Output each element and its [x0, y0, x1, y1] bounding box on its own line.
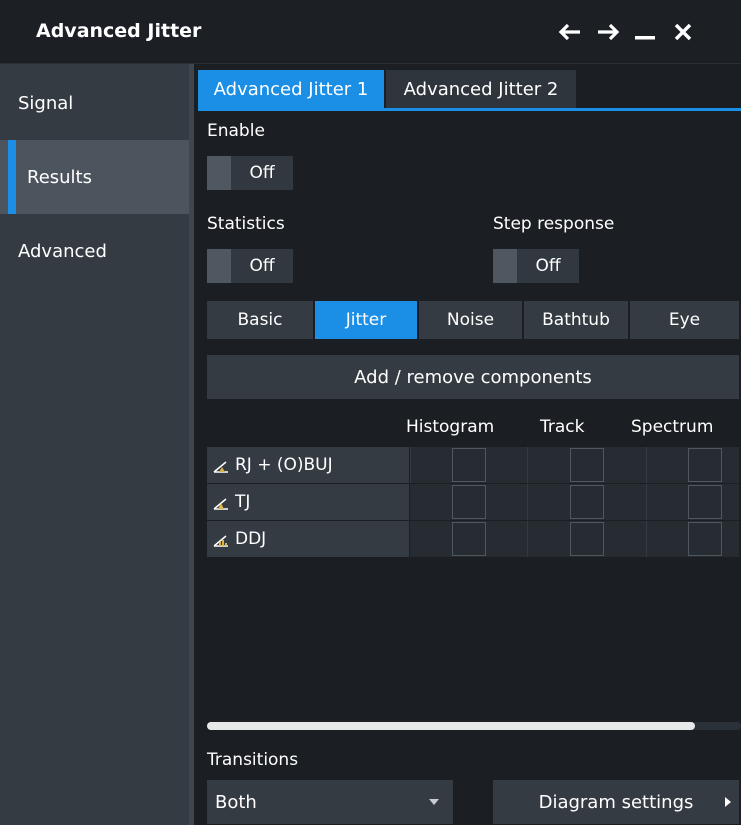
sidebar-item-label: Advanced: [18, 240, 107, 262]
table-row: TJ: [207, 484, 739, 521]
subtab-jitter[interactable]: Jitter: [315, 301, 419, 339]
column-header-spectrum: Spectrum: [631, 417, 714, 437]
column-header-histogram: Histogram: [406, 417, 495, 437]
horizontal-scrollbar[interactable]: [207, 722, 695, 730]
cell-divider: [646, 447, 647, 483]
cell-divider: [646, 484, 647, 520]
sidebar-item-label: Results: [27, 166, 92, 188]
toggle-knob: [207, 249, 231, 283]
cell-divider: [646, 521, 647, 557]
sidebar-item-label: Signal: [18, 92, 74, 114]
track-checkbox[interactable]: [570, 448, 604, 482]
transitions-label: Transitions: [207, 750, 299, 770]
chevron-down-icon: [429, 799, 439, 805]
step-response-toggle[interactable]: Off: [493, 249, 579, 283]
add-remove-components-button[interactable]: Add / remove components: [207, 355, 739, 399]
enable-label: Enable: [207, 121, 265, 141]
cell-divider: [410, 447, 411, 483]
enable-toggle[interactable]: Off: [207, 156, 293, 190]
subtab-bathtub[interactable]: Bathtub: [524, 301, 630, 339]
dialog-title: Advanced Jitter: [36, 20, 202, 42]
track-checkbox[interactable]: [570, 485, 604, 519]
subtab-basic[interactable]: Basic: [207, 301, 315, 339]
ddj-jitter-icon: [213, 532, 229, 547]
toggle-value: Off: [517, 249, 579, 283]
toggle-value: Off: [231, 249, 293, 283]
table-row: RJ + (O)BUJ: [207, 447, 739, 484]
spectrum-checkbox[interactable]: [688, 485, 722, 519]
sidebar-item-advanced[interactable]: Advanced: [0, 214, 189, 288]
column-header-track: Track: [540, 417, 585, 437]
toggle-value: Off: [231, 156, 293, 190]
diagram-settings-button[interactable]: Diagram settings: [493, 780, 739, 824]
transitions-select[interactable]: Both: [207, 780, 453, 824]
cell-divider: [527, 447, 528, 483]
toggle-knob: [493, 249, 517, 283]
sidebar-item-results[interactable]: Results: [0, 140, 189, 214]
step-response-label: Step response: [493, 214, 615, 234]
diagram-settings-label: Diagram settings: [538, 791, 694, 813]
subtab-noise[interactable]: Noise: [419, 301, 524, 339]
tab-bar: Advanced Jitter 1 Advanced Jitter 2: [198, 70, 741, 108]
row-cells: [410, 484, 739, 520]
back-arrow-icon[interactable]: [552, 14, 588, 50]
transitions-value: Both: [215, 791, 257, 813]
histogram-checkbox[interactable]: [452, 485, 486, 519]
statistics-toggle[interactable]: Off: [207, 249, 293, 283]
row-cells: [410, 447, 739, 483]
tab-advanced-jitter-1[interactable]: Advanced Jitter 1: [198, 70, 384, 108]
row-cells: [410, 521, 739, 557]
cell-divider: [527, 484, 528, 520]
row-label-text: RJ + (O)BUJ: [235, 455, 333, 475]
row-label: TJ: [207, 484, 409, 520]
row-label-text: TJ: [235, 492, 251, 512]
toggle-knob: [207, 156, 231, 190]
advanced-jitter-dialog: Advanced Jitter Signal Results Advanced …: [0, 0, 741, 825]
spectrum-checkbox[interactable]: [688, 448, 722, 482]
chevron-right-icon: [725, 797, 731, 807]
sidebar-item-signal[interactable]: Signal: [0, 66, 189, 140]
minimize-icon[interactable]: [627, 14, 663, 50]
track-checkbox[interactable]: [570, 522, 604, 556]
forward-arrow-icon[interactable]: [590, 14, 626, 50]
cell-divider: [527, 521, 528, 557]
result-subtabs: Basic Jitter Noise Bathtub Eye: [207, 301, 739, 339]
histogram-checkbox[interactable]: [452, 522, 486, 556]
rj-jitter-icon: [213, 458, 229, 473]
row-label-text: DDJ: [235, 529, 267, 549]
histogram-checkbox[interactable]: [452, 448, 486, 482]
statistics-label: Statistics: [207, 214, 285, 234]
tab-advanced-jitter-2[interactable]: Advanced Jitter 2: [386, 70, 576, 108]
subtab-eye[interactable]: Eye: [630, 301, 739, 339]
title-bar: Advanced Jitter: [0, 0, 741, 64]
main-panel: Advanced Jitter 1 Advanced Jitter 2 Enab…: [194, 64, 741, 825]
close-icon[interactable]: [665, 14, 701, 50]
table-row: DDJ: [207, 521, 739, 558]
row-label: DDJ: [207, 521, 409, 557]
tj-jitter-icon: [213, 495, 229, 510]
spectrum-checkbox[interactable]: [688, 522, 722, 556]
sidebar: Signal Results Advanced: [0, 64, 189, 825]
tab-underline: [198, 108, 741, 111]
row-label: RJ + (O)BUJ: [207, 447, 409, 483]
